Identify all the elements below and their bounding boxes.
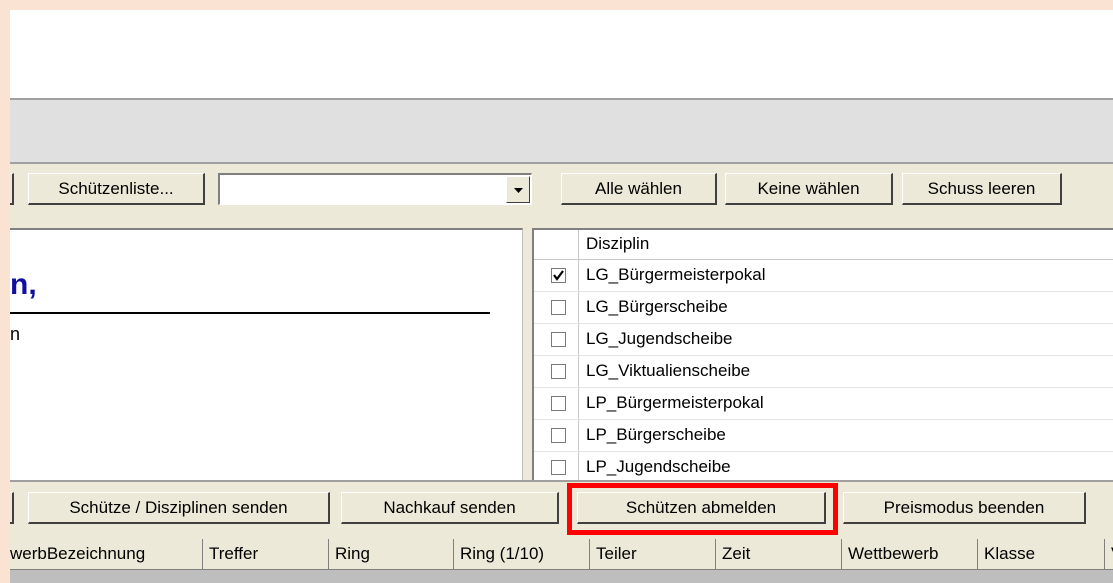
table-row[interactable]: LP_Bürgermeisterpokal xyxy=(534,388,1113,420)
greeting-underline xyxy=(10,312,490,314)
row-label: LP_Bürgermeisterpokal xyxy=(586,393,764,412)
row-checkbox[interactable] xyxy=(551,364,566,379)
column-header[interactable]: Ring xyxy=(329,539,454,569)
column-header[interactable]: Wettbewerb xyxy=(842,539,978,569)
row-checkbox[interactable] xyxy=(551,300,566,315)
row-label: LG_Bürgermeisterpokal xyxy=(586,265,766,284)
column-header[interactable]: Klasse xyxy=(978,539,1105,569)
row-label: LG_Jugendscheibe xyxy=(586,329,733,348)
left-edge-button[interactable] xyxy=(10,492,14,524)
table-row[interactable]: LP_Bürgerscheibe xyxy=(534,420,1113,452)
send-shooter-disciplines-button[interactable]: Schütze / Disziplinen senden xyxy=(28,492,330,524)
table-row[interactable]: LG_Jugendscheibe xyxy=(534,324,1113,356)
shooter-combo[interactable] xyxy=(218,173,532,205)
left-edge-button[interactable] xyxy=(10,173,14,205)
row-checkbox[interactable] xyxy=(551,332,566,347)
results-list-header: werbBezeichnung Treffer Ring Ring (1/10)… xyxy=(10,539,1113,570)
row-label: LG_Bürgerscheibe xyxy=(586,297,728,316)
combo-dropdown-button[interactable] xyxy=(506,176,530,203)
info-subtext: n xyxy=(10,324,21,344)
chevron-down-icon xyxy=(514,188,523,193)
greeting-text: n, xyxy=(10,268,37,301)
highlight-box xyxy=(567,483,838,535)
app-window: Schützenliste... Alle wählen Keine wähle… xyxy=(10,10,1113,583)
shooter-info-panel: n, n xyxy=(10,228,523,482)
table-row[interactable]: LG_Bürgermeisterpokal xyxy=(534,260,1113,292)
column-header[interactable]: Zeit xyxy=(716,539,842,569)
row-checkbox[interactable] xyxy=(551,460,566,475)
table-row[interactable]: LG_Viktualienscheibe xyxy=(534,356,1113,388)
nachkauf-senden-button[interactable]: Nachkauf senden xyxy=(341,492,559,524)
column-header[interactable]: V xyxy=(1105,539,1113,569)
header-area xyxy=(10,10,1113,98)
grid-header: Disziplin xyxy=(534,230,1113,260)
toolbar-area xyxy=(10,100,1113,162)
column-header[interactable]: werbBezeichnung xyxy=(10,539,203,569)
divider xyxy=(10,480,1113,482)
grid-header-disziplin: Disziplin xyxy=(586,234,650,253)
column-header[interactable]: Ring (1/10) xyxy=(454,539,590,569)
schuetzenliste-button[interactable]: Schützenliste... xyxy=(28,173,205,205)
column-header[interactable]: Teiler xyxy=(590,539,716,569)
preismodus-beenden-button[interactable]: Preismodus beenden xyxy=(843,492,1086,524)
row-checkbox[interactable] xyxy=(551,268,566,283)
row-label: LP_Bürgerscheibe xyxy=(586,425,726,444)
table-row[interactable]: LG_Bürgerscheibe xyxy=(534,292,1113,324)
keine-waehlen-button[interactable]: Keine wählen xyxy=(725,173,893,205)
column-header[interactable]: Treffer xyxy=(203,539,329,569)
checkmark-icon xyxy=(553,270,564,281)
schuss-leeren-button[interactable]: Schuss leeren xyxy=(902,173,1062,205)
row-label: LG_Viktualienscheibe xyxy=(586,361,751,380)
row-checkbox[interactable] xyxy=(551,396,566,411)
results-list[interactable] xyxy=(10,570,1113,583)
alle-waehlen-button[interactable]: Alle wählen xyxy=(561,173,717,205)
discipline-grid[interactable]: Disziplin LG_Bürgermeisterpokal LG_Bürge… xyxy=(532,228,1113,482)
row-checkbox[interactable] xyxy=(551,428,566,443)
row-label: LP_Jugendscheibe xyxy=(586,457,731,476)
divider xyxy=(10,162,1113,164)
table-row[interactable]: LP_Jugendscheibe xyxy=(534,452,1113,482)
